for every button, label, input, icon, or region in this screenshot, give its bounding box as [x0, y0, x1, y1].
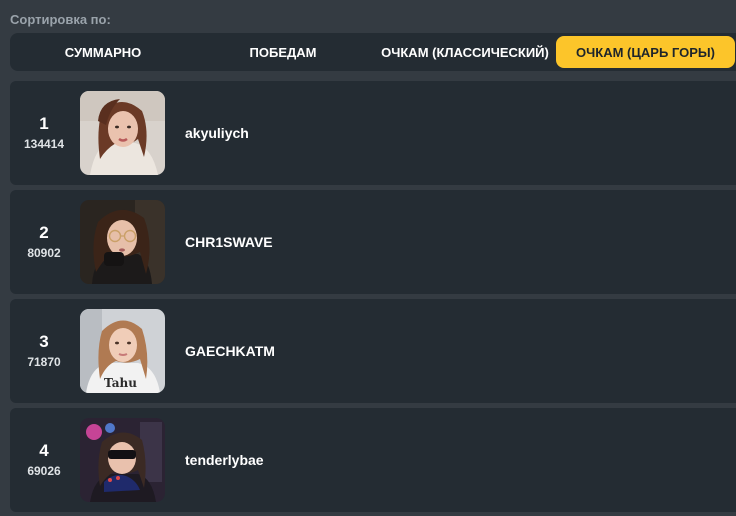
username[interactable]: GAECHKATM — [185, 299, 275, 403]
leaderboard-page: Сортировка по: СУММАРНО ПОБЕДАМ ОЧКАМ (К… — [0, 0, 736, 516]
avatar[interactable] — [80, 91, 165, 175]
tab-total[interactable]: СУММАРНО — [10, 36, 196, 68]
score-value: 71870 — [27, 355, 61, 369]
tab-wins[interactable]: ПОБЕДАМ — [196, 36, 370, 68]
avatar[interactable] — [80, 418, 165, 502]
leaderboard-row[interactable]: 2 80902 CHR1SWAVE — [10, 190, 736, 294]
svg-text:Tahu: Tahu — [104, 376, 137, 390]
leaderboard-list: 1 134414 akyuliych 2 80902 CHR1SWAVE 3 7… — [10, 81, 736, 516]
leaderboard-row[interactable]: 1 134414 akyuliych — [10, 81, 736, 185]
avatar[interactable]: Tahu — [80, 309, 165, 393]
rank-number: 3 — [39, 332, 49, 351]
avatar[interactable] — [80, 200, 165, 284]
rank-number: 2 — [39, 223, 49, 242]
score-value: 69026 — [27, 464, 61, 478]
leaderboard-row[interactable]: 3 71870 Tahu GAECHKATM — [10, 299, 736, 403]
rank-block: 2 80902 — [10, 190, 78, 294]
rank-block: 1 134414 — [10, 81, 78, 185]
rank-block: 4 69026 — [10, 408, 78, 512]
username[interactable]: CHR1SWAVE — [185, 190, 273, 294]
rank-number: 1 — [39, 114, 49, 133]
rank-number: 4 — [39, 441, 49, 460]
tab-points-classic[interactable]: ОЧКАМ (КЛАССИЧЕСКИЙ) — [372, 36, 558, 68]
leaderboard-row[interactable]: 4 69026 tenderlybae — [10, 408, 736, 512]
sort-label: Сортировка по: — [10, 12, 111, 27]
score-value: 80902 — [27, 246, 61, 260]
username[interactable]: akyuliych — [185, 81, 249, 185]
sort-tabs: СУММАРНО ПОБЕДАМ ОЧКАМ (КЛАССИЧЕСКИЙ) ОЧ… — [10, 33, 736, 71]
tab-points-king-of-hill[interactable]: ОЧКАМ (ЦАРЬ ГОРЫ) — [556, 36, 735, 68]
rank-block: 3 71870 — [10, 299, 78, 403]
score-value: 134414 — [23, 137, 65, 151]
username[interactable]: tenderlybae — [185, 408, 264, 512]
